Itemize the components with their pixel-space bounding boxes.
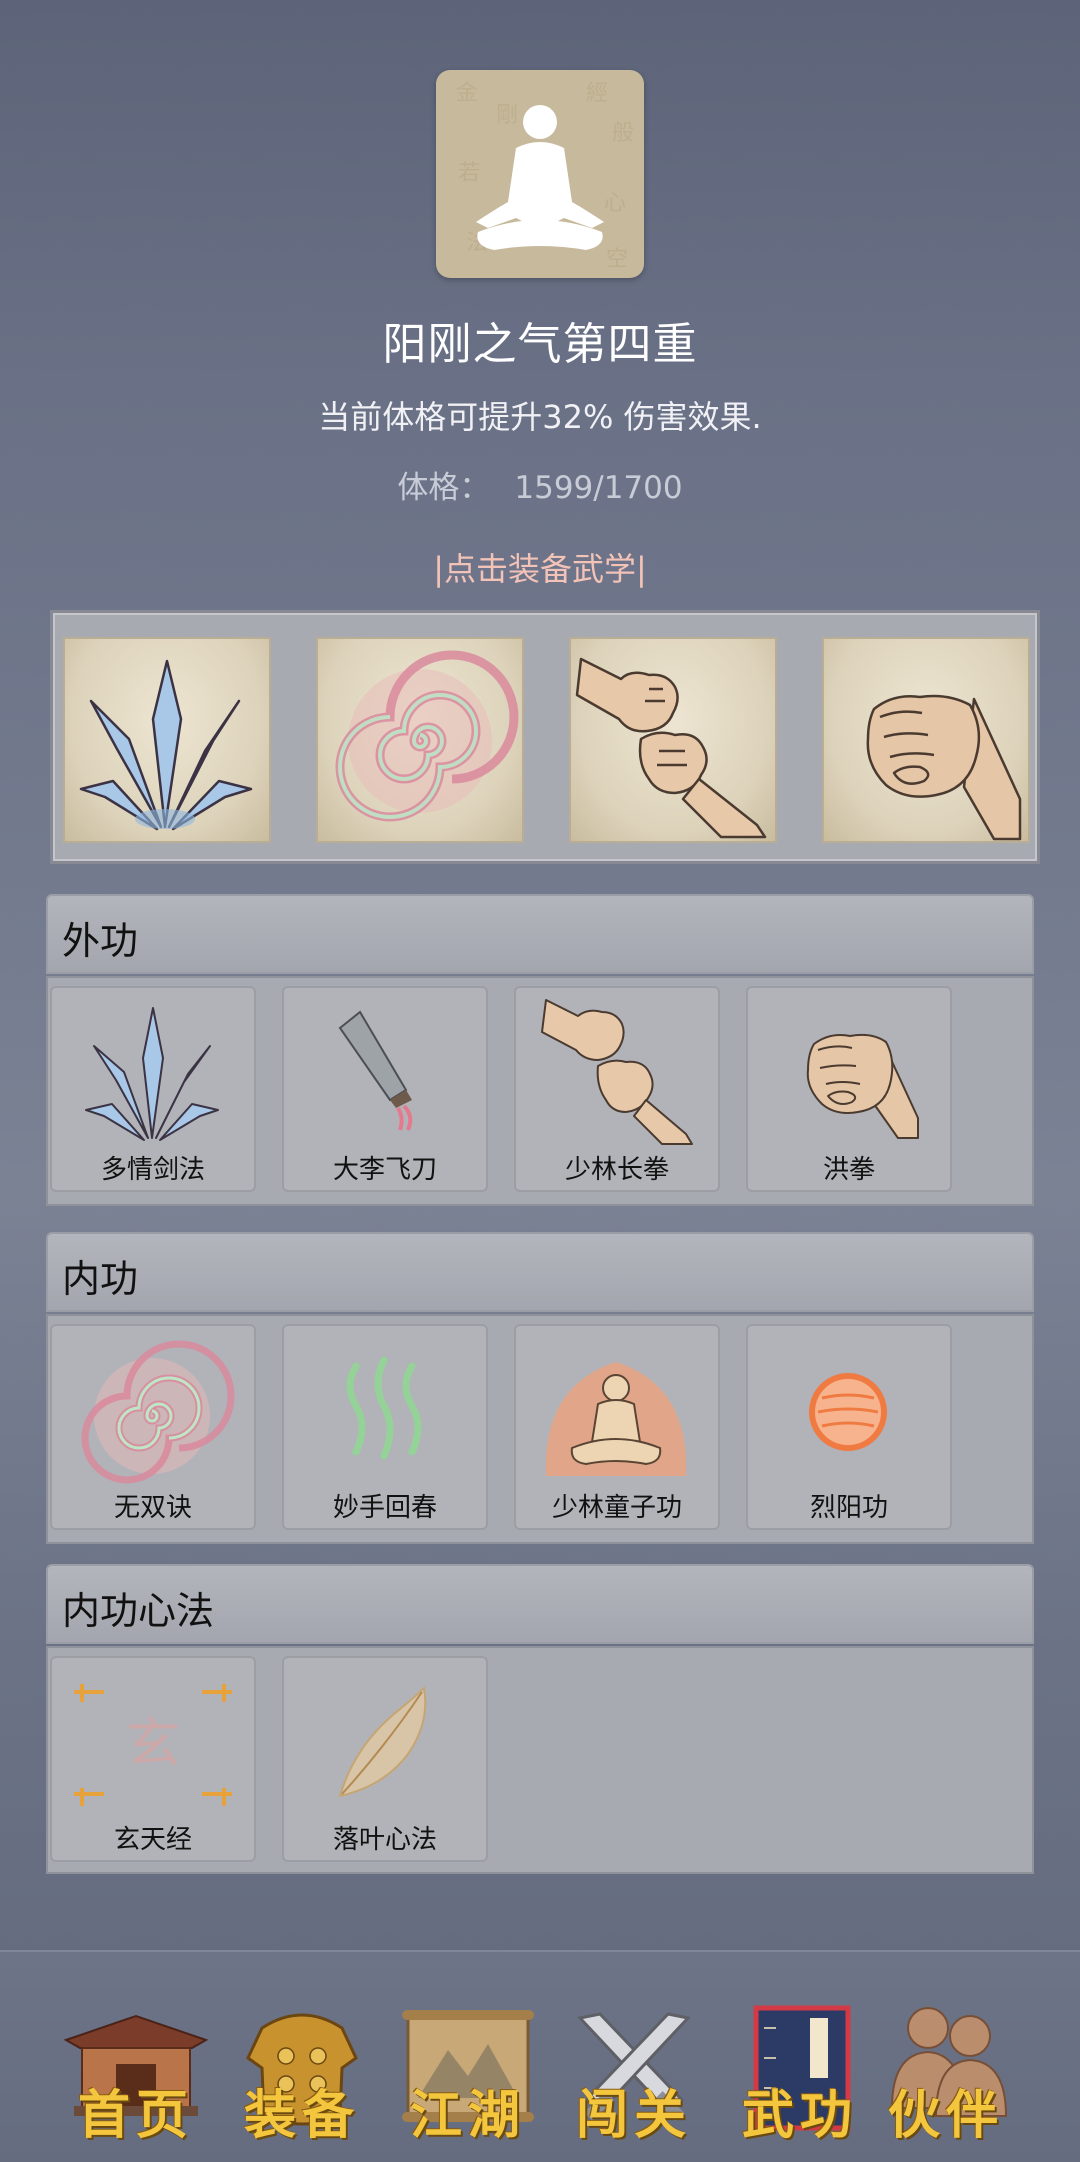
skill-card[interactable]: 落叶心法 [282, 1656, 488, 1862]
skill-label: 落叶心法 [332, 1825, 437, 1855]
bonus-description: 当前体格可提升32% 伤害效果. [318, 398, 762, 436]
spiral-qi-icon [335, 650, 519, 822]
skill-card[interactable]: 妙手回春 [282, 1324, 488, 1530]
section-xinfa: 内功心法 玄 玄天经 落叶心法 [46, 1564, 1034, 1876]
skill-label: 妙手回春 [332, 1493, 437, 1523]
skill-card[interactable]: 烈阳功 [746, 1324, 952, 1530]
svg-text:般: 般 [612, 121, 634, 146]
equipped-slot-4[interactable] [822, 637, 1030, 843]
equipped-slot-2[interactable] [316, 637, 524, 843]
section-header: 外功 [46, 894, 1034, 974]
xuan-scroll-icon: 玄 [74, 1684, 232, 1806]
fist-icon [806, 1033, 919, 1139]
physique-stat: 体格： 1599/1700 [0, 462, 1080, 507]
sun-orb-icon [809, 1373, 887, 1451]
skill-label: 少林童子功 [551, 1493, 682, 1523]
svg-text:經: 經 [586, 81, 608, 106]
svg-text:玄: 玄 [126, 1712, 180, 1775]
fists-icon [575, 657, 767, 839]
nav-label: 江湖 [409, 2085, 526, 2146]
equipped-slot-3[interactable] [569, 637, 777, 843]
healing-waves-icon [346, 1356, 422, 1460]
skill-card[interactable]: 大李飞刀 [282, 986, 488, 1192]
skill-label: 洪拳 [822, 1155, 875, 1185]
svg-text:剛: 剛 [496, 103, 518, 128]
avatar: 金剛經 般若心 法空 [436, 70, 644, 278]
section-title: 内功心法 [62, 1589, 215, 1633]
nav-label: 武功 [741, 2085, 858, 2146]
section-neigong: 内功 无双诀 妙手回春 少林童子功 烈阳功 [46, 1232, 1034, 1544]
skill-grid: 玄 玄天经 落叶心法 [46, 1646, 1034, 1874]
nav-challenge[interactable]: 闯关 [554, 1988, 714, 2148]
meditation-icon: 金剛經 般若心 法空 [456, 81, 634, 272]
svg-text:金: 金 [456, 81, 478, 106]
section-title: 外功 [62, 919, 139, 963]
meditating-monk-icon [545, 1362, 687, 1476]
equipped-skills-bar [50, 610, 1040, 864]
skill-label: 少林长拳 [564, 1155, 669, 1185]
skill-grid: 多情剑法 大李飞刀 少林长拳 洪拳 [46, 976, 1034, 1206]
skill-label: 多情剑法 [100, 1155, 205, 1185]
leaf-icon [338, 1685, 427, 1798]
sword-fan-icon [79, 659, 253, 831]
skill-card[interactable]: 多情剑法 [50, 986, 256, 1192]
nav-home[interactable]: 首页 [56, 1988, 216, 2148]
skill-label: 无双诀 [113, 1493, 192, 1523]
spiral-qi-icon [81, 1340, 235, 1484]
equipped-slot-1[interactable] [63, 637, 271, 843]
section-waigong: 外功 多情剑法 大李飞刀 少林长拳 洪拳 [46, 894, 1034, 1206]
skill-label: 大李飞刀 [332, 1155, 437, 1185]
skill-label: 玄天经 [113, 1825, 192, 1855]
fists-icon [541, 999, 693, 1145]
flying-knife-icon [338, 1010, 413, 1131]
physique-value: 1599/1700 [514, 470, 683, 506]
page-title: 阳刚之气第四重 [382, 319, 698, 370]
equip-martial-arts-link[interactable]: |点击装备武学| [0, 544, 1080, 590]
skill-card[interactable]: 少林长拳 [514, 986, 720, 1192]
nav-companions[interactable]: 伙伴 [866, 1988, 1026, 2148]
skill-label: 烈阳功 [809, 1493, 888, 1523]
nav-label: 首页 [77, 2085, 194, 2146]
physique-label: 体格： [397, 470, 491, 506]
section-header: 内功 [46, 1232, 1034, 1312]
skill-card[interactable]: 洪拳 [746, 986, 952, 1192]
nav-equipment[interactable]: 装备 [222, 1988, 382, 2148]
svg-text:空: 空 [606, 247, 628, 272]
section-title: 内功 [62, 1257, 139, 1301]
nav-label: 装备 [243, 2085, 360, 2146]
skill-card[interactable]: 无双诀 [50, 1324, 256, 1530]
svg-text:若: 若 [458, 161, 480, 186]
nav-martial-arts[interactable]: 武功 [720, 1988, 880, 2148]
sword-fan-icon [85, 1007, 219, 1141]
section-header: 内功心法 [46, 1564, 1034, 1644]
nav-label: 伙伴 [887, 2085, 1004, 2146]
svg-text:心: 心 [604, 191, 626, 216]
skill-card[interactable]: 少林童子功 [514, 1324, 720, 1530]
nav-label: 闯关 [575, 2085, 692, 2146]
skill-card[interactable]: 玄 玄天经 [50, 1656, 256, 1862]
nav-jianghu[interactable]: 江湖 [388, 1988, 548, 2148]
skill-grid: 无双诀 妙手回春 少林童子功 烈阳功 [46, 1314, 1034, 1544]
bottom-nav: 首页 装备 江湖 闯关 武功 伙伴 [0, 1950, 1080, 2162]
fist-icon [866, 694, 1022, 841]
